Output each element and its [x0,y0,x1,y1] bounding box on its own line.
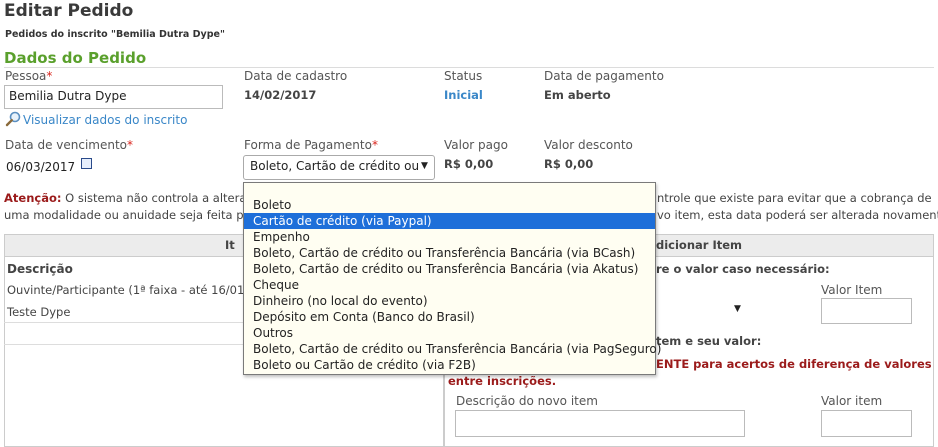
required-mark: * [46,69,53,83]
vencimento-label: Data de vencimento* [5,138,134,152]
status-label: Status [444,69,483,83]
calendar-icon[interactable] [81,158,92,169]
novo-item-input[interactable] [455,410,745,437]
chevron-down-icon: ▼ [421,161,428,171]
dropdown-option[interactable]: Dinheiro (no local do evento) [244,293,655,309]
valor-item-input[interactable] [821,298,912,324]
page-subtitle: Pedidos do inscrito "Bemilia Dutra Dype" [5,29,225,40]
section-title: Dados do Pedido [4,49,147,67]
forma-pagamento-dropdown[interactable]: Boleto Cartão de crédito (via Paypal) Empe… [243,182,661,375]
chevron-down-icon[interactable]: ▼ [734,304,741,314]
add-hint-1: re o valor caso necessário: [656,262,830,276]
dropdown-option[interactable]: Boleto [244,197,655,213]
status-value[interactable]: Inicial [444,88,483,102]
add-warning-line1: ENTE para acertos de diferença de valore… [656,357,932,371]
table-footer [4,322,244,345]
valor-item2-input[interactable] [821,410,912,437]
add-warning-line2: entre inscrições. [448,374,557,388]
dropdown-option[interactable]: Outros [244,325,655,341]
dropdown-option[interactable]: Empenho [244,229,655,245]
warning-right: ntrole que existe para evitar que a cobr… [657,191,938,222]
descricao-column-header: Descrição [7,262,73,276]
valor-desconto-value: R$ 0,00 [544,157,594,171]
data-cadastro-label: Data de cadastro [244,69,348,83]
dropdown-option[interactable]: Cartão de crédito (via Paypal) [244,213,655,229]
data-pagamento-value: Em aberto [544,88,611,102]
valor-pago-label: Valor pago [444,138,508,152]
table-row: Teste Dype [7,305,71,319]
dropdown-option[interactable]: Depósito em Conta (Banco do Brasil) [244,309,655,325]
vencimento-input[interactable]: 06/03/2017 [6,160,75,174]
pessoa-input[interactable]: Bemilia Dutra Dype [4,85,223,109]
dropdown-option[interactable]: Boleto, Cartão de crédito ou Transferênc… [244,245,655,261]
valor-desconto-label: Valor desconto [544,138,633,152]
forma-pagamento-select[interactable]: Boleto, Cartão de crédito ou [243,155,435,180]
valor-item2-label: Valor item [821,394,883,408]
page-title: Editar Pedido [4,1,134,21]
section-divider [4,67,934,68]
dropdown-option[interactable]: Boleto, Cartão de crédito ou Transferênc… [244,261,655,277]
pessoa-label: Pessoa* [5,69,53,83]
dropdown-option[interactable]: Boleto, Cartão de crédito ou Transferênc… [244,341,661,357]
valor-pago-value: R$ 0,00 [444,157,494,171]
valor-item-label: Valor Item [821,283,883,297]
view-inscrito-link[interactable]: Visualizar dados do inscrito [5,111,187,130]
novo-item-label: Descrição do novo item [456,394,598,408]
add-hint-2: tem e seu valor: [656,334,762,348]
data-pagamento-label: Data de pagamento [544,69,664,83]
magnifier-icon [5,111,23,130]
data-cadastro-value: 14/02/2017 [244,88,317,102]
forma-pagamento-label: Forma de Pagamento* [244,138,378,152]
dropdown-option[interactable]: Cheque [244,277,655,293]
warning-left: Atenção: O sistema não controla a altera… [4,191,244,222]
dropdown-option[interactable]: Boleto ou Cartão de crédito (via F2B) [244,357,655,373]
table-row: Ouvinte/Participante (1ª faixa - até 16/… [7,283,243,297]
